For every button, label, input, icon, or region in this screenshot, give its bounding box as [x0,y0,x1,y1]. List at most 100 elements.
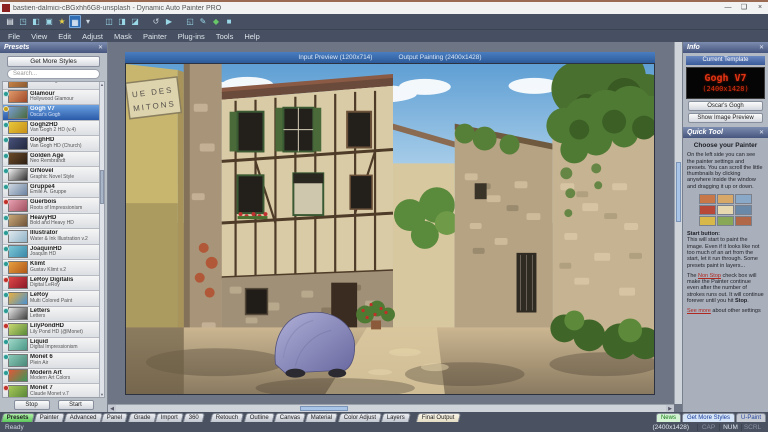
status-bar: Ready (2400x1428) CAPNUMSCRL [0,422,768,432]
undo-icon[interactable]: ↺ [150,15,162,28]
scrollbar-thumb[interactable] [100,170,104,204]
stop-button[interactable]: Stop [14,400,50,410]
preset-item[interactable]: Gogh2HD Van Gogh 2 HD (v.4) [3,121,104,137]
menu-help[interactable]: Help [244,32,259,41]
get-more-styles-button[interactable]: Get More Styles [682,413,735,422]
get-more-styles-top-button[interactable]: Get More Styles [7,56,100,67]
preset-badge-icon [3,199,9,205]
quick-tool-heading: Choose your Painter [687,143,764,149]
start-button[interactable]: Start [58,400,94,410]
see-more-link[interactable]: See more [687,308,711,314]
preset-list[interactable]: Oscar's Gogh Glamour Hollywood Glamour [2,81,105,398]
window-controls: —❑× [720,2,768,14]
brush-icon[interactable]: ✎ [197,15,209,28]
photo-preview[interactable]: UE DES MITONS [125,63,655,395]
preset-item[interactable]: Guerbois Roots of Impressionism [3,198,104,214]
menu-file[interactable]: File [8,32,20,41]
split-view-icon[interactable]: ◨ [116,15,128,28]
preset-item[interactable]: Liquid Digital Impressionism [3,338,104,354]
preset-item[interactable]: GrNovel Graphic Novel Style [3,167,104,183]
tab-retouch[interactable]: Retouch [210,413,245,422]
preview-toggle-icon[interactable]: ▦ [69,15,81,28]
preset-item[interactable]: JoaquinHD Joaquin HD [3,245,104,261]
screen-fit-icon[interactable]: ◱ [184,15,196,28]
show-image-preview-button[interactable]: Show Image Preview [688,113,763,123]
preset-item[interactable]: Klimt Gustav Klimt v.2 [3,260,104,276]
tab-360[interactable]: 360 [183,413,205,422]
tab-final-output[interactable]: Final Output [416,413,461,422]
play-icon[interactable]: ▶ [163,15,175,28]
tab-color-adjust[interactable]: Color Adjust [337,413,382,422]
scrollbar-thumb[interactable] [676,162,681,222]
palette-icon[interactable]: ◆ [210,15,222,28]
tab-material[interactable]: Material [305,413,339,422]
preset-search-input[interactable]: Search... [7,69,100,79]
template-name-button[interactable]: Oscar's Gogh [688,101,763,111]
presets-panel-header: Presets ✕ [0,42,107,53]
import-image-icon[interactable]: ▣ [43,15,55,28]
quick-tool-close-icon[interactable]: ✕ [759,129,764,136]
tab-advanced[interactable]: Advanced [64,413,103,422]
canvas-area[interactable]: Input Preview (1200x714) Output Painting… [108,42,682,412]
preset-item[interactable]: Gruppe4 Emile A. Gruppe [3,183,104,199]
canvas-horizontal-scrollbar[interactable] [108,404,674,412]
scrollbar-thumb[interactable] [300,406,348,411]
preset-item[interactable]: Monet 6 Plein Air [3,353,104,369]
non-stop-link[interactable]: Non Stop [698,273,721,279]
preset-list-scrollbar[interactable] [99,82,104,397]
preset-item[interactable]: Letters Letters [3,307,104,323]
preset-item[interactable]: GoghHD Van Gogh HD (Church) [3,136,104,152]
preset-item[interactable]: Oscar's Gogh [3,81,104,90]
scroll-up-icon[interactable] [100,82,104,87]
tab-layers[interactable]: Layers [381,413,411,422]
presets-pin-icon[interactable]: ✕ [98,44,103,51]
tab-panel[interactable]: Panel [101,413,129,422]
tab-import[interactable]: Import [155,413,184,422]
preset-thumbnail [8,90,28,103]
open-folder-icon[interactable]: ◳ [17,15,29,28]
menu-view[interactable]: View [31,32,47,41]
preset-item[interactable]: LeRoy Digitalis Digital LeRoy [3,276,104,292]
menu-edit[interactable]: Edit [58,32,71,41]
preset-item[interactable]: HeavyHD Bold and Heavy HD [3,214,104,230]
preset-item[interactable]: Golden Age Neo Rembrandt [3,152,104,168]
tab-canvas[interactable]: Canvas [274,413,307,422]
scroll-right-icon[interactable] [666,405,674,412]
app-logo-icon [2,4,10,12]
tab-grade[interactable]: Grade [128,413,157,422]
menu-painter[interactable]: Painter [143,32,167,41]
preset-item[interactable]: LilyPondHD Lily Pond HD (@Monet) [3,322,104,338]
menu-adjust[interactable]: Adjust [82,32,103,41]
save-icon[interactable]: ◧ [30,15,42,28]
preset-item[interactable]: LeRoy Multi Colored Paint [3,291,104,307]
maximize-button[interactable]: ❑ [736,2,752,14]
preset-thumbnail [8,245,28,258]
compare-icon[interactable]: ◫ [103,15,115,28]
news-button[interactable]: News [656,413,681,422]
favorites-star-icon[interactable]: ★ [56,15,68,28]
scroll-left-icon[interactable] [108,405,116,412]
image-header-bar: Input Preview (1200x714) Output Painting… [125,52,655,63]
new-icon[interactable]: ▤ [4,15,16,28]
preset-item[interactable]: Illustrator Water & Ink Illustration v.2 [3,229,104,245]
tab-presets[interactable]: Presets [1,413,35,422]
preview-dropdown-icon[interactable]: ▾ [82,15,94,28]
preset-subtitle: Bold and Heavy HD [30,221,98,227]
info-close-icon[interactable]: ✕ [759,44,764,51]
canvas-vertical-scrollbar[interactable] [674,42,682,404]
tab-outline[interactable]: Outline [244,413,275,422]
preset-item[interactable]: Modern Art Modern Art Colors [3,369,104,385]
minimize-button[interactable]: — [720,2,736,14]
preset-item[interactable]: Monet 7 Claude Monet v.7 [3,384,104,398]
menu-plugins[interactable]: Plug-ins [178,32,205,41]
menu-tools[interactable]: Tools [216,32,234,41]
monitor-icon[interactable]: ■ [223,15,235,28]
tab-painter[interactable]: Painter [34,413,65,422]
preset-item[interactable]: Gogh V7 Oscar's Gogh [3,105,104,121]
close-button[interactable]: × [752,2,768,14]
export-icon[interactable]: ◪ [129,15,141,28]
menu-mask[interactable]: Mask [114,32,132,41]
preset-item[interactable]: Glamour Hollywood Glamour [3,90,104,106]
scroll-down-icon[interactable] [100,392,104,397]
u-paint-button[interactable]: U-Paint [736,413,766,422]
